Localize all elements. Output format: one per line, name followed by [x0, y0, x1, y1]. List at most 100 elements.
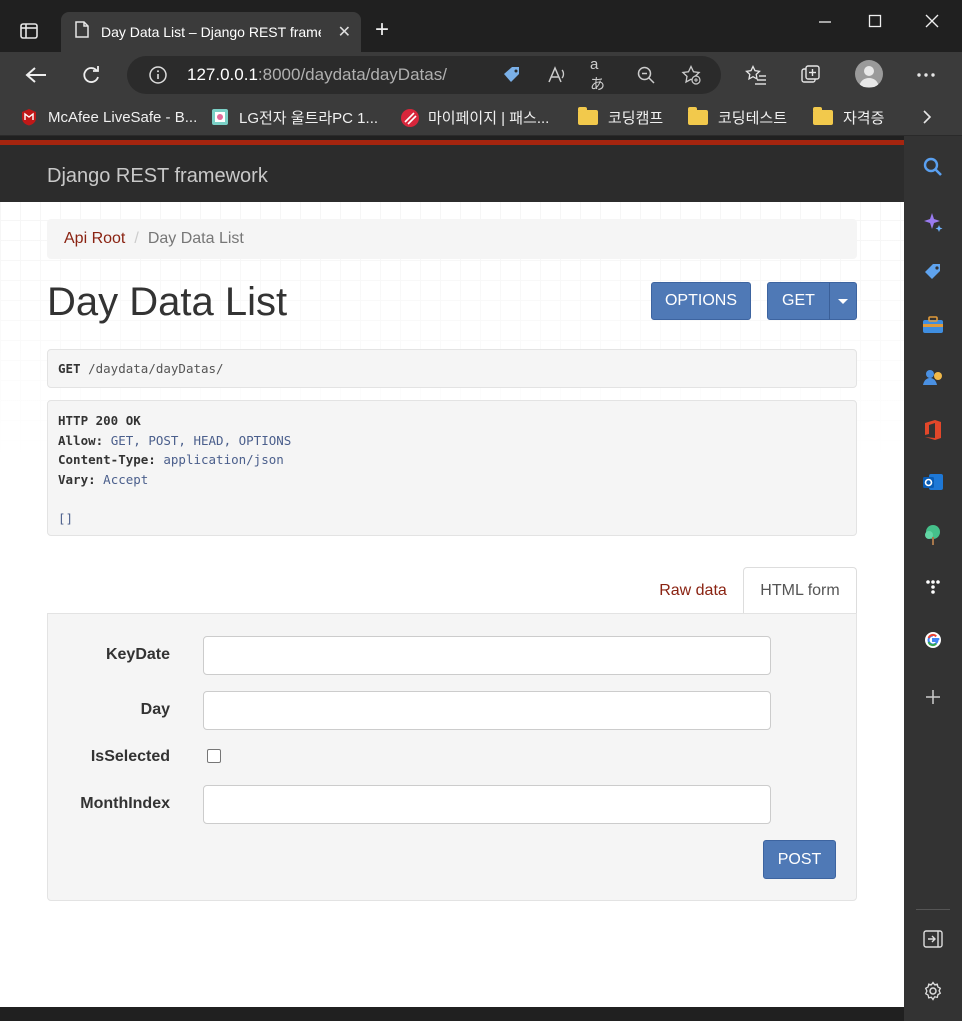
- site-info-icon[interactable]: [147, 64, 169, 86]
- tab-raw-data[interactable]: Raw data: [643, 567, 743, 614]
- bookmark-folder-codingcamp[interactable]: 코딩캠프: [578, 106, 663, 128]
- keydate-input[interactable]: [203, 636, 771, 675]
- response-allow-value: GET, POST, HEAD, OPTIONS: [110, 432, 292, 448]
- tab-title: Day Data List – Django REST framework: [101, 24, 321, 40]
- form-tabs: Raw data HTML form: [643, 567, 857, 614]
- copilot-sparkle-icon[interactable]: [922, 211, 944, 233]
- collections-icon[interactable]: [798, 62, 824, 88]
- browser-tab-active[interactable]: Day Data List – Django REST framework ✕: [61, 12, 361, 52]
- request-method: GET: [58, 361, 81, 376]
- breadcrumb: Api Root / Day Data List: [47, 219, 857, 259]
- back-icon[interactable]: [21, 60, 51, 90]
- keydate-label: KeyDate: [105, 646, 170, 663]
- sidebar-settings-gear-icon[interactable]: [922, 980, 944, 1002]
- hide-sidebar-icon[interactable]: [922, 928, 944, 950]
- get-button[interactable]: GET: [767, 282, 830, 320]
- response-vary-key: Vary:: [58, 471, 96, 487]
- search-icon[interactable]: [922, 156, 944, 178]
- close-window-icon[interactable]: [917, 14, 947, 33]
- tools-briefcase-icon[interactable]: [922, 314, 944, 336]
- request-info: GET /daydata/dayDatas/: [47, 349, 857, 388]
- bookmarks-bar: McAfee LiveSafe - B... LG전자 울트라PC 1... 마…: [0, 98, 962, 136]
- brand-link[interactable]: Django REST framework: [47, 165, 268, 188]
- url-text[interactable]: 127.0.0.1:8000/daydata/dayDatas/: [187, 65, 447, 85]
- maximize-icon[interactable]: [860, 14, 890, 33]
- monthindex-input[interactable]: [203, 785, 771, 824]
- office-icon[interactable]: [922, 419, 944, 441]
- window-bottom-edge: [0, 1007, 904, 1021]
- bookmark-mypage[interactable]: 마이페이지 | 패스...: [400, 106, 549, 128]
- bookmark-mcafee[interactable]: McAfee LiveSafe - B...: [20, 106, 197, 128]
- isselected-label: IsSelected: [90, 748, 170, 765]
- day-input[interactable]: [203, 691, 771, 730]
- google-icon[interactable]: [922, 629, 944, 651]
- site-navbar: Django REST framework: [0, 140, 904, 202]
- response-info: HTTP 200 OK Allow: GET, POST, HEAD, OPTI…: [47, 400, 857, 536]
- caret-down-icon: [838, 298, 848, 304]
- bookmark-label: 마이페이지 | 패스...: [428, 109, 550, 127]
- bookmark-label: 코딩캠프: [608, 109, 664, 127]
- post-form: KeyDate Day IsSelected MonthIndex POST: [47, 613, 857, 901]
- bookmark-lg[interactable]: LG전자 울트라PC 1...: [211, 106, 378, 128]
- post-button[interactable]: POST: [763, 840, 836, 879]
- browser-toolbar: 127.0.0.1:8000/daydata/dayDatas/ aあ: [0, 52, 962, 98]
- breadcrumb-current: Day Data List: [147, 230, 244, 247]
- bookmark-label: McAfee LiveSafe - B...: [48, 108, 198, 126]
- options-button[interactable]: OPTIONS: [651, 282, 751, 320]
- tab-close-icon[interactable]: ✕: [338, 22, 351, 42]
- response-content-type-value: application/json: [163, 452, 284, 467]
- refresh-icon[interactable]: [76, 60, 106, 90]
- url-path: :8000/daydata/dayDatas/: [257, 65, 447, 84]
- bookmark-folder-codingtest[interactable]: 코딩테스트: [688, 106, 787, 128]
- get-format-dropdown[interactable]: [829, 282, 857, 320]
- monthindex-label: MonthIndex: [80, 795, 170, 812]
- shopping-tag-icon[interactable]: [922, 261, 944, 283]
- day-label: Day: [140, 701, 170, 718]
- folder-icon: [578, 106, 598, 125]
- tab-strip: Day Data List – Django REST framework ✕ …: [0, 0, 962, 52]
- response-content-type-key: Content-Type:: [58, 452, 156, 467]
- tiktok-dots-icon[interactable]: [922, 576, 944, 598]
- outlook-icon[interactable]: [922, 471, 944, 493]
- mcafee-icon: [20, 108, 38, 126]
- more-menu-icon[interactable]: [913, 62, 939, 88]
- sidebar-divider: [916, 909, 950, 910]
- favorites-icon[interactable]: [743, 62, 769, 88]
- tab-actions-icon[interactable]: [14, 16, 44, 46]
- page-title: Day Data List: [47, 280, 288, 324]
- isselected-checkbox[interactable]: [207, 749, 221, 763]
- bookmark-folder-certificate[interactable]: 자격증: [813, 106, 884, 128]
- minimize-icon[interactable]: [810, 14, 840, 33]
- request-path: /daydata/dayDatas/: [88, 361, 224, 376]
- bookmark-label: 코딩테스트: [718, 109, 788, 127]
- new-tab-button[interactable]: +: [368, 16, 396, 44]
- bookmark-label: LG전자 울트라PC 1...: [239, 109, 379, 127]
- fastcampus-icon: [400, 108, 419, 127]
- response-body: []: [58, 510, 74, 526]
- url-host: 127.0.0.1: [187, 65, 258, 84]
- lg-icon: [211, 108, 229, 126]
- browser-window: Day Data List – Django REST framework ✕ …: [0, 0, 962, 1021]
- add-sidebar-app-icon[interactable]: [922, 686, 944, 708]
- bookmark-label: 자격증: [843, 109, 885, 127]
- drop-tree-icon[interactable]: [922, 524, 944, 546]
- translate-icon[interactable]: aあ: [590, 56, 612, 93]
- coupon-icon[interactable]: [501, 64, 523, 86]
- folder-icon: [813, 106, 833, 125]
- breadcrumb-separator: /: [134, 230, 139, 247]
- page-icon: [75, 21, 89, 43]
- profile-avatar[interactable]: [855, 60, 883, 88]
- response-status: HTTP 200 OK: [58, 413, 141, 428]
- address-bar[interactable]: 127.0.0.1:8000/daydata/dayDatas/ aあ: [127, 56, 721, 94]
- tab-html-form[interactable]: HTML form: [743, 567, 857, 614]
- edge-sidebar: [904, 136, 962, 1021]
- bookmarks-overflow-icon[interactable]: [922, 106, 932, 128]
- response-vary-value: Accept: [103, 471, 149, 487]
- read-aloud-icon[interactable]: [546, 64, 568, 86]
- add-favorite-icon[interactable]: [680, 64, 702, 86]
- breadcrumb-api-root[interactable]: Api Root: [64, 230, 125, 248]
- zoom-out-icon[interactable]: [635, 64, 657, 86]
- games-icon[interactable]: [922, 366, 944, 388]
- response-allow-key: Allow:: [58, 432, 104, 448]
- folder-icon: [688, 106, 708, 125]
